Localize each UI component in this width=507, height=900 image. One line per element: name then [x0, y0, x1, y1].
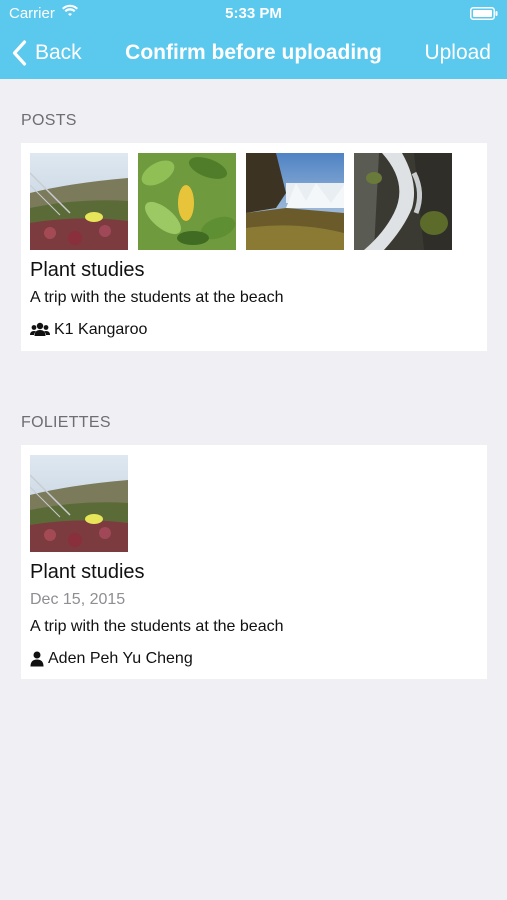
post-thumbnails [30, 153, 452, 250]
post-description: A trip with the students at the beach [30, 289, 284, 306]
beach-plants-photo[interactable] [30, 455, 128, 552]
navigation-bar: Back Confirm before uploading Upload [0, 28, 507, 79]
battery-icon [470, 7, 498, 24]
foliette-card[interactable]: Plant studies Dec 15, 2015 A trip with t… [21, 445, 487, 679]
foliette-title: Plant studies [30, 561, 145, 583]
foliette-description: A trip with the students at the beach [30, 618, 284, 635]
foliette-author: Aden Peh Yu Cheng [30, 650, 193, 668]
posts-section-header: POSTS [21, 112, 77, 129]
post-card[interactable]: Plant studies A trip with the students a… [21, 143, 487, 351]
status-bar: Carrier 5:33 PM [0, 0, 507, 28]
group-icon [30, 322, 50, 336]
foliette-thumbnails [30, 455, 128, 552]
post-group: K1 Kangaroo [30, 321, 147, 339]
waterfall-rocks-photo[interactable] [354, 153, 452, 250]
top-bar: Carrier 5:33 PM Back Confirm before uplo… [0, 0, 507, 79]
group-name: K1 Kangaroo [54, 321, 148, 338]
author-name: Aden Peh Yu Cheng [48, 650, 193, 667]
waterfall-cliff-photo[interactable] [246, 153, 344, 250]
beach-plants-photo[interactable] [30, 153, 128, 250]
person-icon [30, 651, 44, 667]
status-time: 5:33 PM [225, 5, 282, 22]
foliette-date: Dec 15, 2015 [30, 591, 126, 608]
post-title: Plant studies [30, 259, 145, 281]
foliettes-section-header: FOLIETTES [21, 414, 111, 431]
upload-button[interactable]: Upload [424, 41, 491, 65]
green-leaves-photo[interactable] [138, 153, 236, 250]
